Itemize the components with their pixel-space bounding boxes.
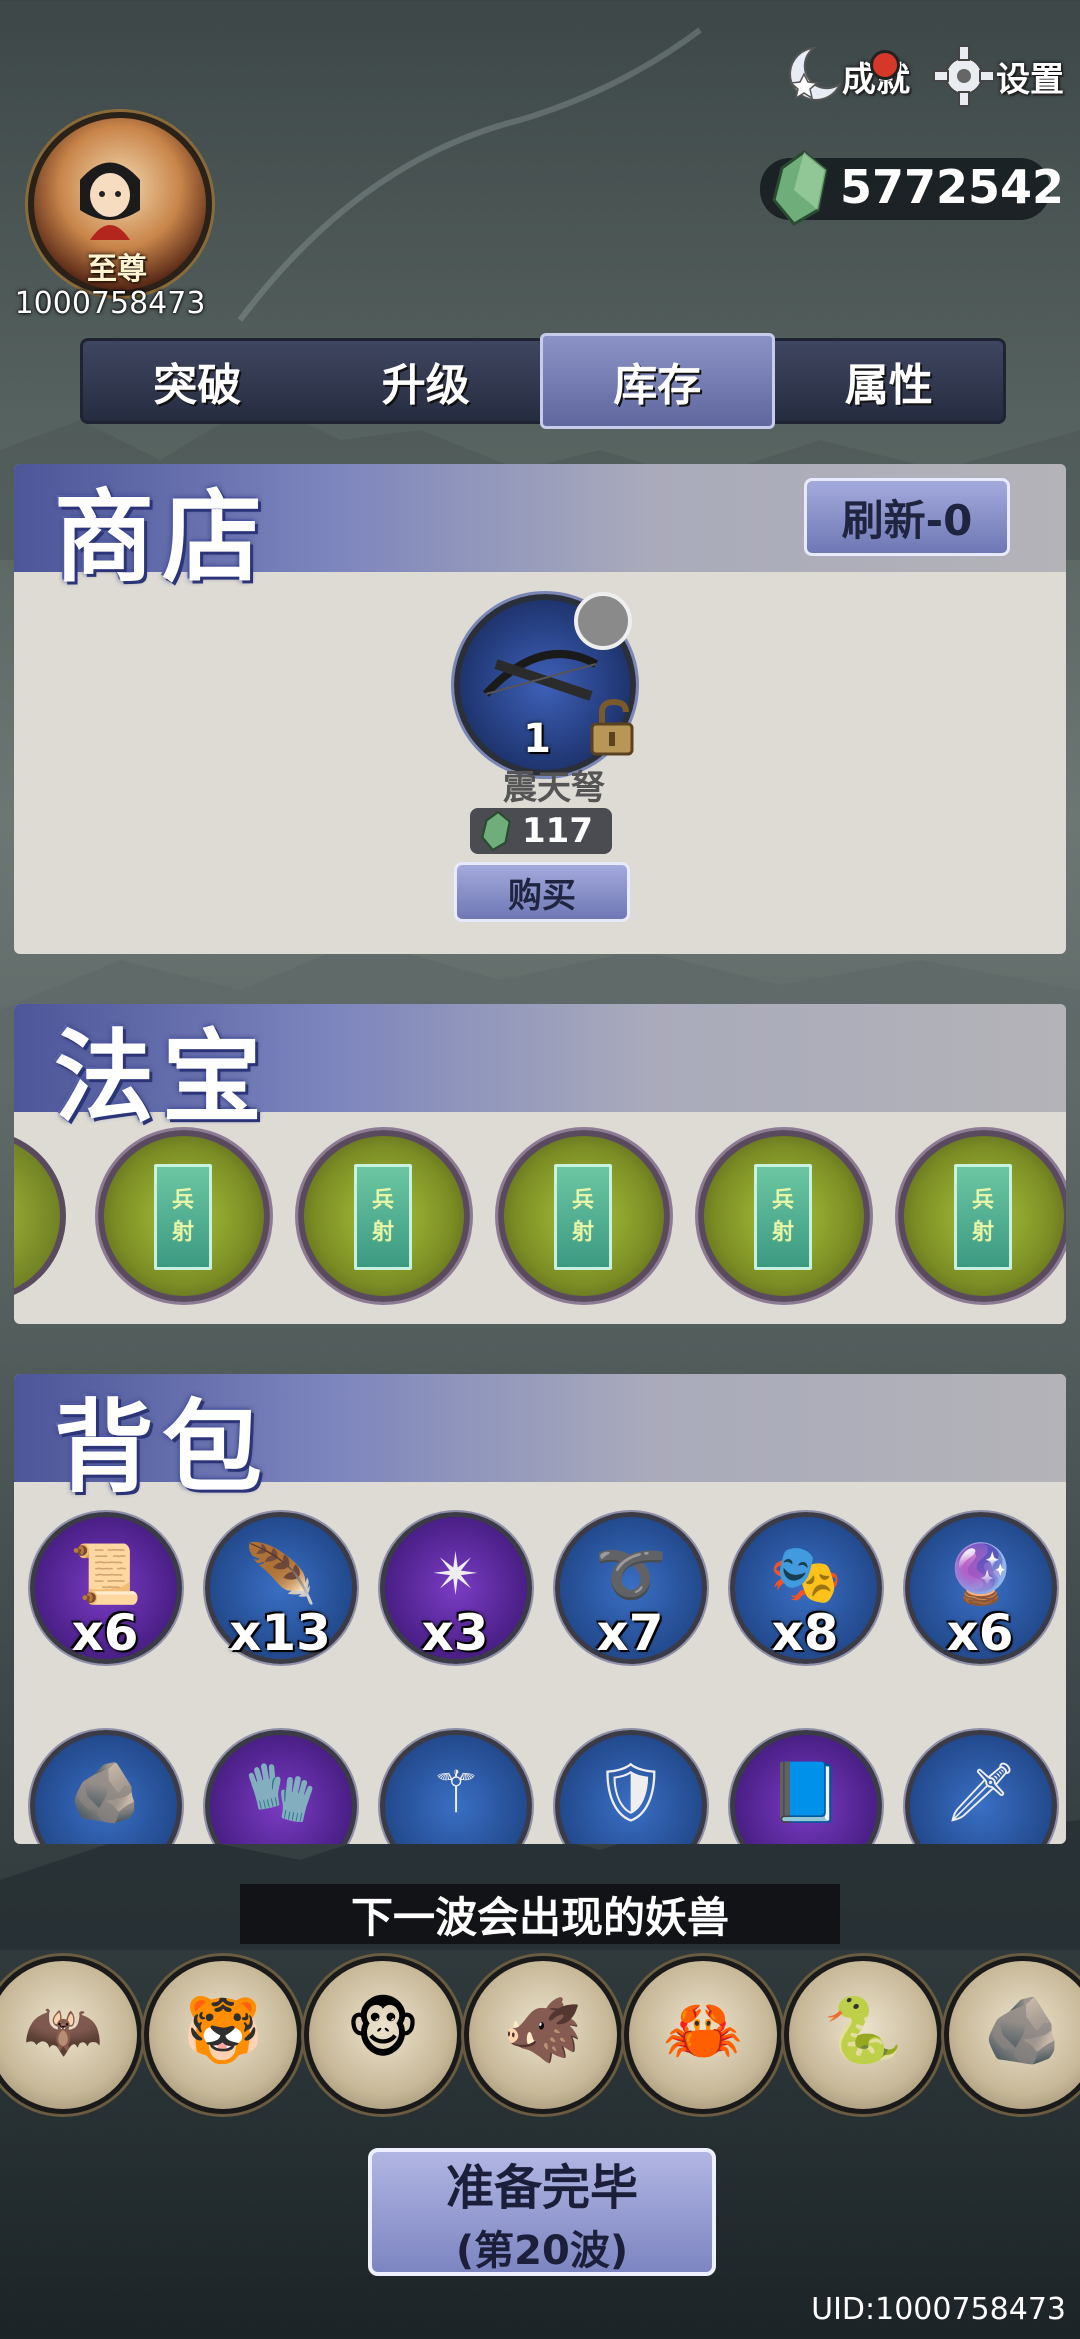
gear-icon xyxy=(933,45,995,107)
tab-upgrade[interactable]: 升级 xyxy=(312,341,541,421)
tab-label: 库存 xyxy=(613,360,702,411)
rock-beast-icon: 🪨 xyxy=(983,1994,1063,2068)
talisman-char: 兵 xyxy=(371,1188,394,1213)
jade-crystal-icon xyxy=(772,150,828,226)
talisman-char: 兵 xyxy=(971,1188,994,1213)
next-wave-title: 下一波会出现的妖兽 xyxy=(240,1884,840,1944)
glove-icon: 🧤 xyxy=(244,1758,318,1826)
player-id: 1000758473 xyxy=(14,286,206,321)
talisman-char: 兵 xyxy=(571,1188,594,1213)
achievement-icon xyxy=(789,46,842,101)
talisman-char: 射 xyxy=(771,1220,794,1245)
main-tabs: 突破 升级 库存 属性 xyxy=(80,333,1006,429)
shop-panel: 商店 刷新-0 1 震天弩 117 购买 xyxy=(14,464,1066,954)
settings-label: 设置 xyxy=(996,59,1064,100)
whip-icon: ➰ xyxy=(594,1540,668,1608)
talisman-icon: 兵射 xyxy=(354,1164,412,1270)
crossbow-icon xyxy=(483,650,598,701)
backpack-panel: 背包 📜 x6 🪶 x13 ✴ x3 ➰ x7 🎭 x8 🔮 x6 🪨 🧤 ⚚ 🛡 📘 🗡 xyxy=(14,1374,1066,1844)
talisman-char: 射 xyxy=(971,1220,994,1245)
ready-button[interactable]: 准备完毕 (第20波) xyxy=(368,2148,716,2276)
character-portrait-icon xyxy=(80,162,140,240)
item-count: x7 xyxy=(596,1604,664,1662)
stone-icon: 🪨 xyxy=(69,1758,143,1826)
tab-inventory[interactable]: 库存 xyxy=(540,333,775,429)
shop-item-name: 震天弩 xyxy=(503,768,605,808)
item-count: x6 xyxy=(946,1604,1014,1662)
tab-breakthrough[interactable]: 突破 xyxy=(83,341,312,421)
tiger-monster-icon: 🐯 xyxy=(183,1994,263,2068)
serpent-monster-icon: 🐍 xyxy=(823,1994,903,2068)
talisman-char: 兵 xyxy=(771,1188,794,1213)
monster-slot[interactable]: 🦀 xyxy=(624,1956,782,2114)
backpack-title: 背包 xyxy=(54,1388,270,1506)
talisman-char: 射 xyxy=(171,1220,194,1245)
pearl-icon: 🔮 xyxy=(944,1540,1018,1608)
feather-quill-icon: 🪶 xyxy=(244,1540,318,1608)
item-count: x3 xyxy=(421,1604,489,1662)
tab-label: 突破 xyxy=(153,360,242,411)
tab-label: 升级 xyxy=(381,360,470,411)
item-count: x13 xyxy=(229,1604,331,1662)
dagger-icon: 🗡 xyxy=(944,1758,1018,1826)
item-count: x6 xyxy=(71,1604,139,1662)
settings-button[interactable]: 设置 xyxy=(932,44,1064,108)
game-screen: { "player": {"rank": "至尊", "id": "100075… xyxy=(0,0,1080,2339)
talisman-char: 射 xyxy=(371,1220,394,1245)
monster-slot[interactable]: 🐵 xyxy=(304,1956,462,2114)
uid-label: UID:1000758473 xyxy=(811,2292,1066,2327)
treasure-slot-partial[interactable] xyxy=(14,1130,66,1302)
spiked-star-icon: ✴ xyxy=(431,1540,481,1608)
mask-icon: 🎭 xyxy=(769,1540,843,1608)
ready-label: 准备完毕 xyxy=(445,2160,638,2216)
treasure-title: 法宝 xyxy=(54,1018,270,1136)
tab-label: 属性 xyxy=(844,360,933,411)
talisman-char: 兵 xyxy=(171,1188,194,1213)
staff-icon: ⚚ xyxy=(430,1758,482,1826)
book-icon: 📘 xyxy=(769,1758,843,1826)
shop-item-price: 117 xyxy=(470,808,612,854)
currency-value: 5772542 xyxy=(840,160,1065,214)
refresh-button[interactable]: 刷新-0 xyxy=(804,478,1010,556)
shop-item-level: 1 xyxy=(523,716,551,762)
ready-wave: (第20波) xyxy=(455,2228,629,2274)
talisman-char: 射 xyxy=(571,1220,594,1245)
jade-crystal-icon xyxy=(481,811,511,851)
monster-slot[interactable]: 🐍 xyxy=(784,1956,942,2114)
crab-monster-icon: 🦀 xyxy=(663,1994,743,2068)
notification-dot xyxy=(870,50,900,80)
monster-slot[interactable]: 🐯 xyxy=(144,1956,302,2114)
unlock-icon[interactable] xyxy=(588,698,638,758)
buy-button[interactable]: 购买 xyxy=(454,862,630,922)
price-value: 117 xyxy=(522,811,593,851)
talisman-icon: 兵射 xyxy=(554,1164,612,1270)
boar-monster-icon: 🐗 xyxy=(503,1994,583,2068)
tab-attributes[interactable]: 属性 xyxy=(775,341,1004,421)
monster-slot[interactable]: 🐗 xyxy=(464,1956,622,2114)
player-rank: 至尊 xyxy=(87,252,147,287)
talisman-scroll-icon: 📜 xyxy=(69,1540,143,1608)
talisman-icon: 兵射 xyxy=(754,1164,812,1270)
treasure-panel: 法宝 兵射兵射兵射兵射兵射 xyxy=(14,1004,1066,1324)
bat-monster-icon: 🦇 xyxy=(23,1994,103,2068)
talisman-icon: 兵射 xyxy=(154,1164,212,1270)
shield-icon: 🛡 xyxy=(594,1758,668,1826)
monkey-monster-icon: 🐵 xyxy=(346,1993,420,2067)
equip-type-icon xyxy=(574,592,632,650)
talisman-icon: 兵射 xyxy=(954,1164,1012,1270)
item-count: x8 xyxy=(771,1604,839,1662)
shop-title: 商店 xyxy=(54,478,270,596)
